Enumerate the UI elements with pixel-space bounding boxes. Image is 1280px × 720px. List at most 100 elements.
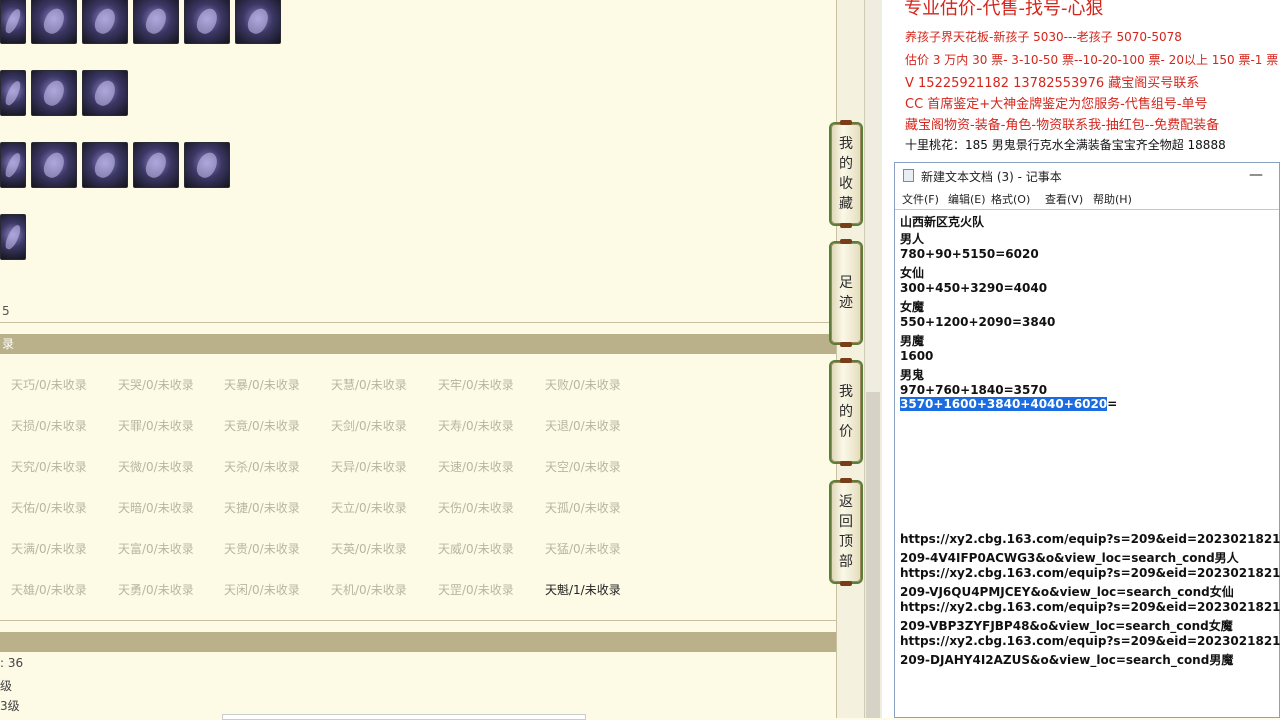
collection-entry[interactable]: 天满/0/未收录 xyxy=(11,540,87,557)
stat-line: : 36 xyxy=(0,656,24,670)
collection-entry[interactable]: 天猛/0/未收录 xyxy=(545,540,621,557)
equipment-item-icon[interactable] xyxy=(31,142,77,188)
collection-entry[interactable]: 天孤/0/未收录 xyxy=(545,499,621,516)
divider xyxy=(0,322,836,323)
item-row-4 xyxy=(0,214,26,260)
notepad-text-area[interactable]: 山西新区克火队 男人 780+90+5150=6020 女仙 300+450+3290=… xyxy=(895,209,1280,718)
notepad-line: 女仙 xyxy=(900,266,925,280)
collection-entry[interactable]: 天立/0/未收录 xyxy=(331,499,407,516)
collection-entry[interactable]: 天罪/0/未收录 xyxy=(118,417,194,434)
notepad-line: 女魔 xyxy=(900,300,925,314)
equipment-item-icon[interactable] xyxy=(184,142,230,188)
collection-entry[interactable]: 天牢/0/未收录 xyxy=(438,376,514,393)
collection-entry[interactable]: 天杀/0/未收录 xyxy=(224,458,300,475)
notepad-url-line: 209-4V4IFP0ACWG3&o&view_loc=search_cond男… xyxy=(900,551,1239,565)
collection-entry[interactable]: 天异/0/未收录 xyxy=(331,458,407,475)
collection-entry[interactable]: 天竟/0/未收录 xyxy=(224,417,300,434)
collection-entry[interactable]: 天捷/0/未收录 xyxy=(224,499,300,516)
collection-entry[interactable]: 天机/0/未收录 xyxy=(331,581,407,598)
minimize-button[interactable]: — xyxy=(1249,167,1263,183)
equipment-item-icon[interactable] xyxy=(82,70,128,116)
equipment-item-icon[interactable] xyxy=(133,142,179,188)
notepad-line: 550+1200+2090=3840 xyxy=(900,315,1056,329)
menu-format[interactable]: 格式(O) xyxy=(991,191,1030,207)
collection-entry[interactable]: 天慧/0/未收录 xyxy=(331,376,407,393)
button-char: 收 xyxy=(839,176,853,192)
collection-entry[interactable]: 天佑/0/未收录 xyxy=(11,499,87,516)
footprints-button[interactable]: 足 迹 xyxy=(829,239,863,347)
collection-entry[interactable]: 天寿/0/未收录 xyxy=(438,417,514,434)
item-row-1 xyxy=(0,0,281,44)
equipment-item-icon[interactable] xyxy=(133,0,179,44)
item-count: 5 xyxy=(2,304,10,318)
collection-entry[interactable]: 天罡/0/未收录 xyxy=(438,581,514,598)
notepad-url-line: https://xy2.cbg.163.com/equip?s=209&eid=… xyxy=(900,566,1280,580)
equipment-item-icon[interactable] xyxy=(31,0,77,44)
bottom-bar xyxy=(222,714,586,720)
notepad-selected-line[interactable]: 3570+1600+3840+4040+6020= xyxy=(900,397,1117,411)
collection-entry[interactable]: 天暴/0/未收录 xyxy=(224,376,300,393)
notepad-titlebar[interactable]: 新建文本文档 (3) - 记事本 — xyxy=(895,163,1279,187)
my-favorites-button[interactable]: 我 的 收 藏 xyxy=(829,120,863,228)
notepad-window[interactable]: 新建文本文档 (3) - 记事本 — 文件(F) 编辑(E) 格式(O) 查看(… xyxy=(894,162,1280,718)
notepad-url-line: https://xy2.cbg.163.com/equip?s=209&eid=… xyxy=(900,634,1280,648)
document-title: 专业估价-代售-找号-心狠 xyxy=(904,0,1104,19)
collection-entry[interactable]: 天英/0/未收录 xyxy=(331,540,407,557)
button-char: 我 xyxy=(839,384,853,400)
item-row-3 xyxy=(0,142,230,188)
collection-entry[interactable]: 天空/0/未收录 xyxy=(545,458,621,475)
collection-entry[interactable]: 天微/0/未收录 xyxy=(118,458,194,475)
menu-help[interactable]: 帮助(H) xyxy=(1093,191,1132,207)
notepad-icon xyxy=(903,169,914,182)
item-row-2 xyxy=(0,70,128,116)
collection-entry[interactable]: 天究/0/未收录 xyxy=(11,458,87,475)
equipment-item-icon[interactable] xyxy=(235,0,281,44)
collection-entry[interactable]: 天速/0/未收录 xyxy=(438,458,514,475)
back-to-top-button[interactable]: 返 回 顶 部 xyxy=(829,478,863,586)
equipment-item-icon[interactable] xyxy=(0,214,26,260)
button-char: 顶 xyxy=(839,534,853,550)
equipment-item-icon[interactable] xyxy=(0,142,26,188)
notepad-url-line: 209-VBP3ZYFJBP48&o&view_loc=search_cond女… xyxy=(900,619,1233,633)
equipment-item-icon[interactable] xyxy=(0,70,26,116)
equals-sign: = xyxy=(1107,397,1118,411)
my-price-button[interactable]: 我 的 价 xyxy=(829,358,863,466)
menu-view[interactable]: 查看(V) xyxy=(1045,191,1083,207)
collection-entry[interactable]: 天剑/0/未收录 xyxy=(331,417,407,434)
collection-entry[interactable]: 天损/0/未收录 xyxy=(11,417,87,434)
notepad-url-line: 209-VJ6QU4PMJCEY&o&view_loc=search_cond女… xyxy=(900,585,1234,599)
notepad-line: 男魔 xyxy=(900,334,925,348)
menu-file[interactable]: 文件(F) xyxy=(902,191,939,207)
collection-entry[interactable]: 天贵/0/未收录 xyxy=(224,540,300,557)
stats-section-header xyxy=(0,632,836,652)
collection-entry[interactable]: 天雄/0/未收录 xyxy=(11,581,87,598)
equipment-item-icon[interactable] xyxy=(0,0,26,44)
notepad-line: 山西新区克火队 xyxy=(900,215,985,229)
collection-section-header: 录 xyxy=(0,334,836,354)
collection-entry[interactable]: 天退/0/未收录 xyxy=(545,417,621,434)
button-char: 藏 xyxy=(839,196,853,212)
document-line: 估价 3 万内 30 票- 3-10-50 票--10-20-100 票- 20… xyxy=(905,53,1280,67)
collection-entry[interactable]: 天富/0/未收录 xyxy=(118,540,194,557)
menu-edit[interactable]: 编辑(E) xyxy=(948,191,986,207)
notepad-url-line: https://xy2.cbg.163.com/equip?s=209&eid=… xyxy=(900,600,1280,614)
equipment-item-icon[interactable] xyxy=(31,70,77,116)
collection-entry[interactable]: 天闲/0/未收录 xyxy=(224,581,300,598)
notepad-line: 男鬼 xyxy=(900,368,925,382)
collection-entry[interactable]: 天巧/0/未收录 xyxy=(11,376,87,393)
document-line: 十里桃花：185 男鬼景行克水全满装备宝宝齐全物超 18888 xyxy=(905,138,1226,152)
collection-entry[interactable]: 天败/0/未收录 xyxy=(545,376,621,393)
collection-entry[interactable]: 天暗/0/未收录 xyxy=(118,499,194,516)
equipment-item-icon[interactable] xyxy=(82,142,128,188)
collection-entry[interactable]: 天魁/1/未收录 xyxy=(545,581,621,598)
notepad-menubar: 文件(F) 编辑(E) 格式(O) 查看(V) 帮助(H) xyxy=(895,187,1279,210)
selected-text[interactable]: 3570+1600+3840+4040+6020 xyxy=(900,397,1108,411)
collection-entry[interactable]: 天威/0/未收录 xyxy=(438,540,514,557)
equipment-item-icon[interactable] xyxy=(184,0,230,44)
collection-entry[interactable]: 天勇/0/未收录 xyxy=(118,581,194,598)
collection-entry[interactable]: 天伤/0/未收录 xyxy=(438,499,514,516)
equipment-item-icon[interactable] xyxy=(82,0,128,44)
collection-entry[interactable]: 天哭/0/未收录 xyxy=(118,376,194,393)
stat-line: 级 xyxy=(0,679,13,693)
scrollbar-thumb[interactable] xyxy=(866,392,880,718)
